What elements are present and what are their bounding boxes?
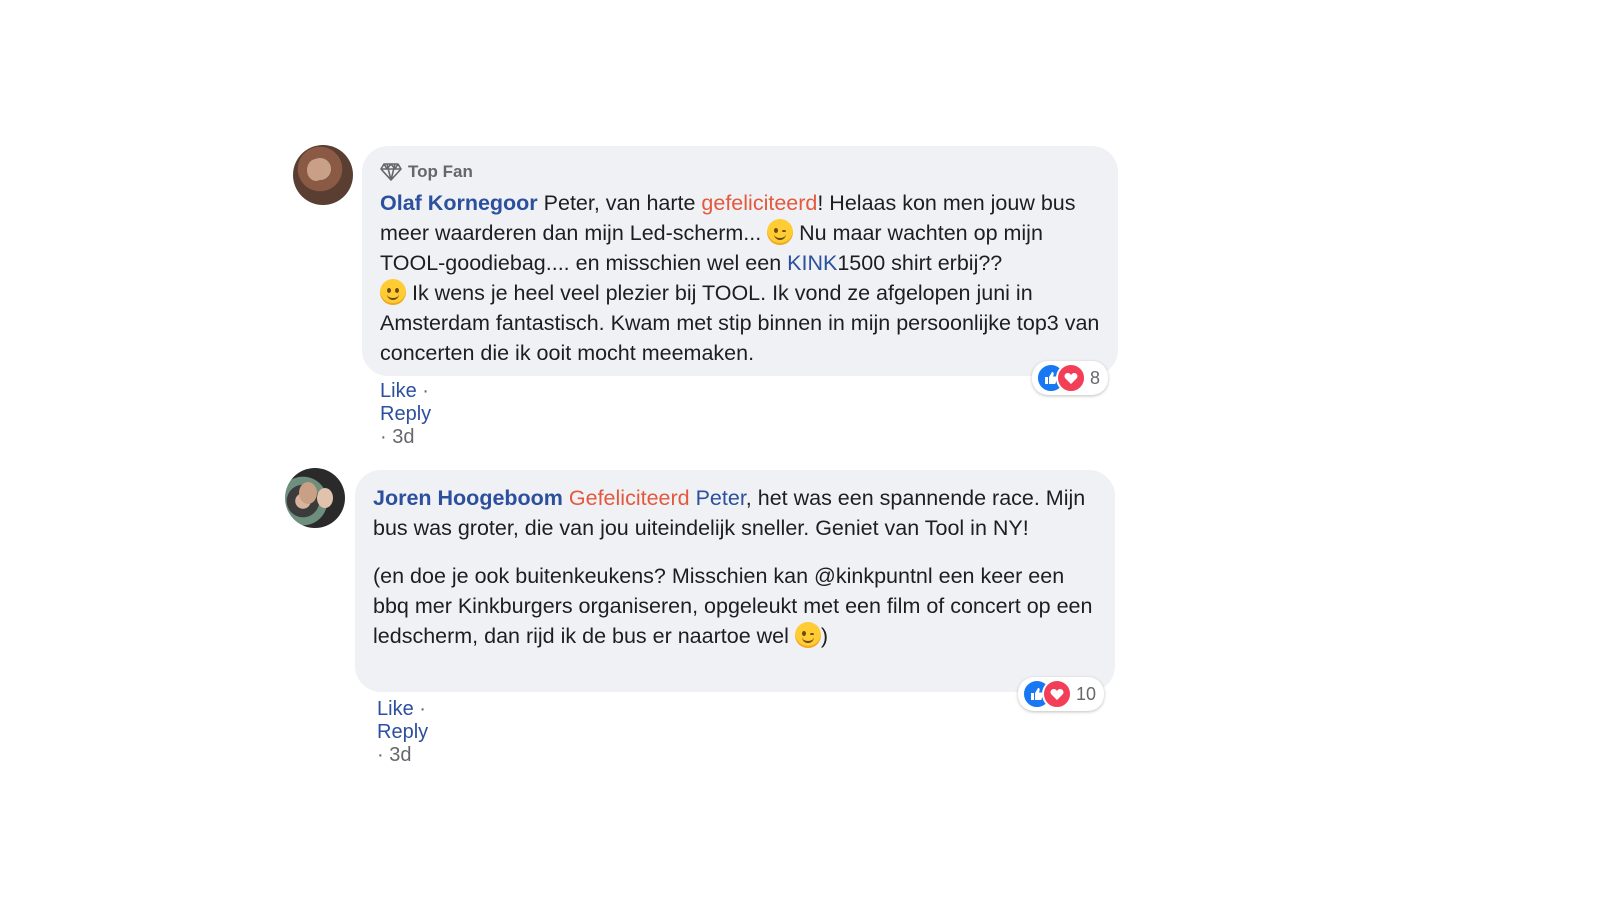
- diamond-icon: [380, 163, 402, 181]
- like-button[interactable]: Like: [377, 698, 414, 720]
- comment-bubble: Top Fan Olaf Kornegoor Peter, van harte …: [362, 146, 1118, 376]
- wink-emoji-icon: [794, 622, 821, 648]
- smile-emoji-icon: [380, 279, 406, 305]
- love-reaction-icon: [1056, 363, 1086, 393]
- text-segment: ): [820, 624, 829, 648]
- reactions-summary[interactable]: 8: [1032, 361, 1109, 395]
- text-segment: 1500 shirt erbij??: [837, 251, 1003, 275]
- comment-text: Olaf Kornegoor Peter, van harte gefelici…: [380, 188, 1100, 368]
- separator: ·: [380, 426, 387, 448]
- reactions-summary[interactable]: 10: [1018, 677, 1105, 711]
- like-button[interactable]: Like: [380, 380, 417, 402]
- badge-label: Top Fan: [408, 162, 473, 181]
- avatar[interactable]: [293, 145, 353, 205]
- author-name[interactable]: Olaf Kornegoor: [380, 191, 538, 215]
- separator: ·: [377, 744, 384, 766]
- separator: ·: [422, 380, 429, 402]
- avatar[interactable]: [285, 468, 345, 528]
- mention-link[interactable]: KINK: [787, 251, 837, 275]
- text-segment: Peter, van harte: [543, 191, 702, 215]
- comment-text: Joren Hoogeboom Gefeliciteerd Peter, het…: [373, 483, 1097, 543]
- wink-emoji-icon: [767, 219, 794, 245]
- hashtag-link[interactable]: Gefeliciteerd: [569, 486, 690, 510]
- reply-button[interactable]: Reply: [380, 403, 431, 425]
- comment-actions: Like · Reply · 3d: [380, 380, 431, 449]
- author-name[interactable]: Joren Hoogeboom: [373, 486, 563, 510]
- reply-button[interactable]: Reply: [377, 721, 428, 743]
- love-reaction-icon: [1042, 679, 1072, 709]
- comment-actions: Like · Reply · 3d: [377, 698, 428, 767]
- reaction-count: 8: [1090, 367, 1101, 388]
- timestamp[interactable]: 3d: [392, 426, 414, 448]
- text-segment: Ik wens je heel veel plezier bij TOOL. I…: [380, 281, 1100, 365]
- hashtag-link[interactable]: gefeliciteerd: [701, 191, 817, 215]
- comment-text-paragraph: (en doe je ook buitenkeukens? Misschien …: [373, 561, 1097, 651]
- text-segment: (en doe je ook buitenkeukens? Misschien …: [373, 564, 1093, 648]
- timestamp[interactable]: 3d: [389, 744, 411, 766]
- separator: ·: [419, 698, 426, 720]
- top-fan-badge: Top Fan: [380, 160, 1100, 184]
- reaction-count: 10: [1076, 683, 1097, 704]
- mention-link[interactable]: Peter: [696, 486, 746, 510]
- comment-bubble: Joren Hoogeboom Gefeliciteerd Peter, het…: [355, 470, 1115, 692]
